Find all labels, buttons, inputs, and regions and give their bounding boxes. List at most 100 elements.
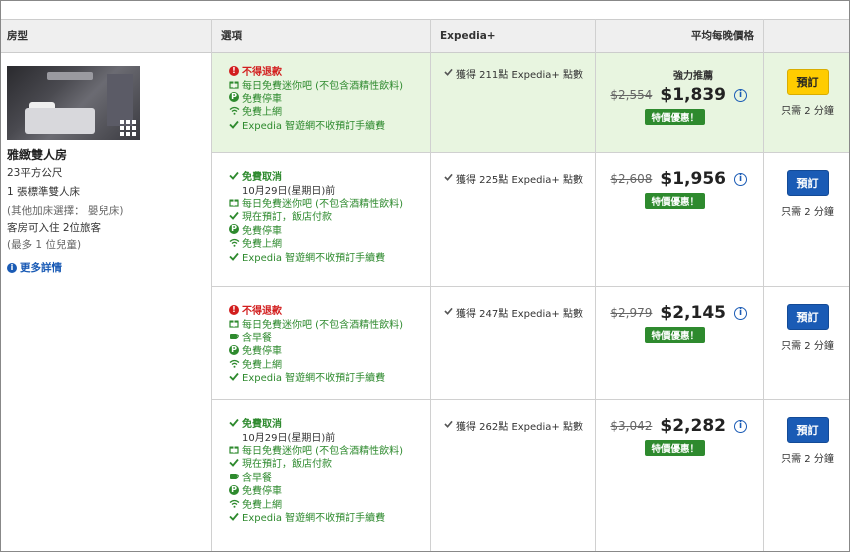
booking-time-note: 只需 2 分鐘 xyxy=(781,341,834,352)
book-button[interactable]: 預訂 xyxy=(786,170,829,196)
expedia-points: 獲得 247點 Expedia+ 點數 xyxy=(444,305,583,320)
check-icon xyxy=(228,252,240,261)
row-divider xyxy=(212,286,849,287)
rate-option: 10月29日(星期日)前 xyxy=(228,182,403,197)
price-block: $2,979 $2,145 i 特價優惠！ xyxy=(597,303,763,343)
price-info-icon[interactable]: i xyxy=(734,419,747,433)
wifi-icon xyxy=(228,106,240,116)
room-photo[interactable] xyxy=(7,66,140,140)
rate-option: ! 不得退款 xyxy=(228,303,403,317)
parking-icon: P xyxy=(228,92,240,103)
price-line: $2,608 $1,956 i xyxy=(597,169,747,189)
check-icon xyxy=(444,420,453,431)
discounted-price: $2,282 xyxy=(660,416,726,436)
expedia-points-label: 獲得 247點 Expedia+ 點數 xyxy=(456,309,583,320)
book-button[interactable]: 預訂 xyxy=(786,304,829,330)
book-cell: 預訂只需 2 分鐘 xyxy=(764,170,849,218)
original-price: $2,979 xyxy=(610,306,653,320)
book-cell: 預訂 只需 2 分鐘 xyxy=(764,417,849,465)
room-name: 雅緻雙人房 xyxy=(7,148,68,162)
rate-option: Expedia 智遊網不收預訂手續費 xyxy=(228,370,403,385)
expedia-points-label: 獲得 262點 Expedia+ 點數 xyxy=(456,422,583,433)
expedia-points-label: 獲得 211點 Expedia+ 點數 xyxy=(456,70,583,81)
rate-option-label: Expedia 智遊網不收預訂手續費 xyxy=(242,373,386,385)
rate-options: ! 不得退款 每日免費迷你吧 (不包含酒精性飲料) P 免費停車 免費上網 Expedia … xyxy=(228,64,403,132)
rate-option: 每日免費迷你吧 (不包含酒精性飲料) xyxy=(228,196,403,210)
rate-option: 每日免費迷你吧 (不包含酒精性飲料) xyxy=(228,77,403,92)
more-details-label: 更多詳情 xyxy=(20,262,62,274)
deal-badge-wrap: 特價優惠！ xyxy=(597,189,747,209)
expedia-points: 獲得 262點 Expedia+ 點數 xyxy=(444,418,583,433)
rate-option: P 免費停車 xyxy=(228,483,403,497)
rate-options: ! 不得退款 每日免費迷你吧 (不包含酒精性飲料) 含早餐 P 免費停車 免費上網 Exped… xyxy=(228,303,403,385)
check-icon xyxy=(228,458,240,468)
header-avg-price: 平均每晚價格 xyxy=(691,30,754,42)
check-icon xyxy=(444,173,453,184)
check-icon xyxy=(228,211,240,221)
header-options: 選項 xyxy=(221,30,242,42)
book-button[interactable]: 預訂 xyxy=(786,69,829,95)
booking-time-note: 只需 2 分鐘 xyxy=(781,106,834,117)
parking-icon: P xyxy=(228,344,240,355)
deal-badge-wrap: 特價優惠！ xyxy=(597,323,747,343)
rate-option: P 免費停車 xyxy=(228,343,403,357)
header-room-type: 房型 xyxy=(7,30,28,42)
rate-option: 每日免費迷你吧 (不包含酒精性飲料) xyxy=(228,443,403,457)
price-block: $2,608 $1,956 i 特價優惠！ xyxy=(597,169,763,209)
price-line: $2,979 $2,145 i xyxy=(597,303,747,323)
rate-option: 免費上網 xyxy=(228,104,403,118)
expedia-points-label: 獲得 225點 Expedia+ 點數 xyxy=(456,175,583,186)
gift-icon xyxy=(228,444,240,455)
rate-option: 免費上網 xyxy=(228,236,403,250)
deal-badge-wrap: 特價優惠！ xyxy=(597,105,747,125)
price-info-icon[interactable]: i xyxy=(734,172,747,186)
price-line: $2,554 $1,839 i xyxy=(597,85,747,105)
price-block: $3,042 $2,282 i 特價優惠！ xyxy=(597,416,763,456)
original-price: $2,608 xyxy=(610,172,653,186)
price-info-icon[interactable]: i xyxy=(734,306,747,320)
room-extra-bed: (其他加床選擇： 嬰兒床) xyxy=(7,205,124,217)
rate-option: 現在預訂，飯店付款 xyxy=(228,209,403,223)
exclamation-icon: ! xyxy=(228,65,240,76)
rate-option: 含早餐 xyxy=(228,330,403,344)
booking-time-note: 只需 2 分鐘 xyxy=(781,207,834,218)
rate-option: P 免費停車 xyxy=(228,223,403,237)
rate-option: Expedia 智遊網不收預訂手續費 xyxy=(228,510,403,524)
gift-icon xyxy=(228,318,240,328)
price-info-icon[interactable]: i xyxy=(734,88,747,102)
rate-options: 免費取消 10月29日(星期日)前 每日免費迷你吧 (不包含酒精性飲料) 現在預訂，飯… xyxy=(228,416,403,524)
wifi-icon xyxy=(228,359,240,368)
check-icon xyxy=(444,307,453,318)
deal-badge: 特價優惠！ xyxy=(645,193,705,209)
gift-icon xyxy=(228,197,240,208)
room-bed: 1 張標準雙人床 xyxy=(7,186,81,198)
rate-option: 免費上網 xyxy=(228,496,403,511)
info-icon: i xyxy=(7,262,17,273)
room-occupancy: 客房可入住 2位旅客 xyxy=(7,222,102,234)
exclamation-icon: ! xyxy=(228,304,240,315)
book-button[interactable]: 預訂 xyxy=(786,417,829,443)
table-header: 房型 選項 Expedia+ 平均每晚價格 xyxy=(1,19,849,53)
check-icon xyxy=(228,171,240,181)
header-expedia-plus: Expedia+ xyxy=(440,30,496,42)
wifi-icon xyxy=(228,499,240,508)
rate-options: 免費取消 10月29日(星期日)前 每日免費迷你吧 (不包含酒精性飲料) 現在預訂，飯… xyxy=(228,169,403,264)
room-children: (最多 1 位兒童) xyxy=(7,239,82,251)
rate-option: 現在預訂，飯店付款 xyxy=(228,456,403,470)
rate-option-label: Expedia 智遊網不收預訂手續費 xyxy=(242,120,386,132)
deal-badge: 特價優惠！ xyxy=(645,327,705,343)
expedia-points: 獲得 211點 Expedia+ 點數 xyxy=(444,66,583,81)
expedia-points: 獲得 225點 Expedia+ 點數 xyxy=(444,171,583,186)
room-info: 雅緻雙人房 23平方公尺 1 張標準雙人床 (其他加床選擇： 嬰兒床) 客房可入… xyxy=(7,66,207,275)
parking-icon: P xyxy=(228,224,240,235)
row-divider xyxy=(212,152,849,153)
gallery-icon[interactable] xyxy=(120,120,136,136)
rate-option: 10月29日(星期日)前 xyxy=(228,429,403,444)
rate-option: ! 不得退款 xyxy=(228,64,403,78)
more-details-link[interactable]: i 更多詳情 xyxy=(7,260,207,275)
check-icon xyxy=(228,512,240,521)
original-price: $2,554 xyxy=(610,88,653,102)
rate-option-label: Expedia 智遊網不收預訂手續費 xyxy=(242,252,386,264)
recommend-label: 強力推薦 xyxy=(673,71,713,82)
deal-badge: 特價優惠！ xyxy=(645,440,705,456)
